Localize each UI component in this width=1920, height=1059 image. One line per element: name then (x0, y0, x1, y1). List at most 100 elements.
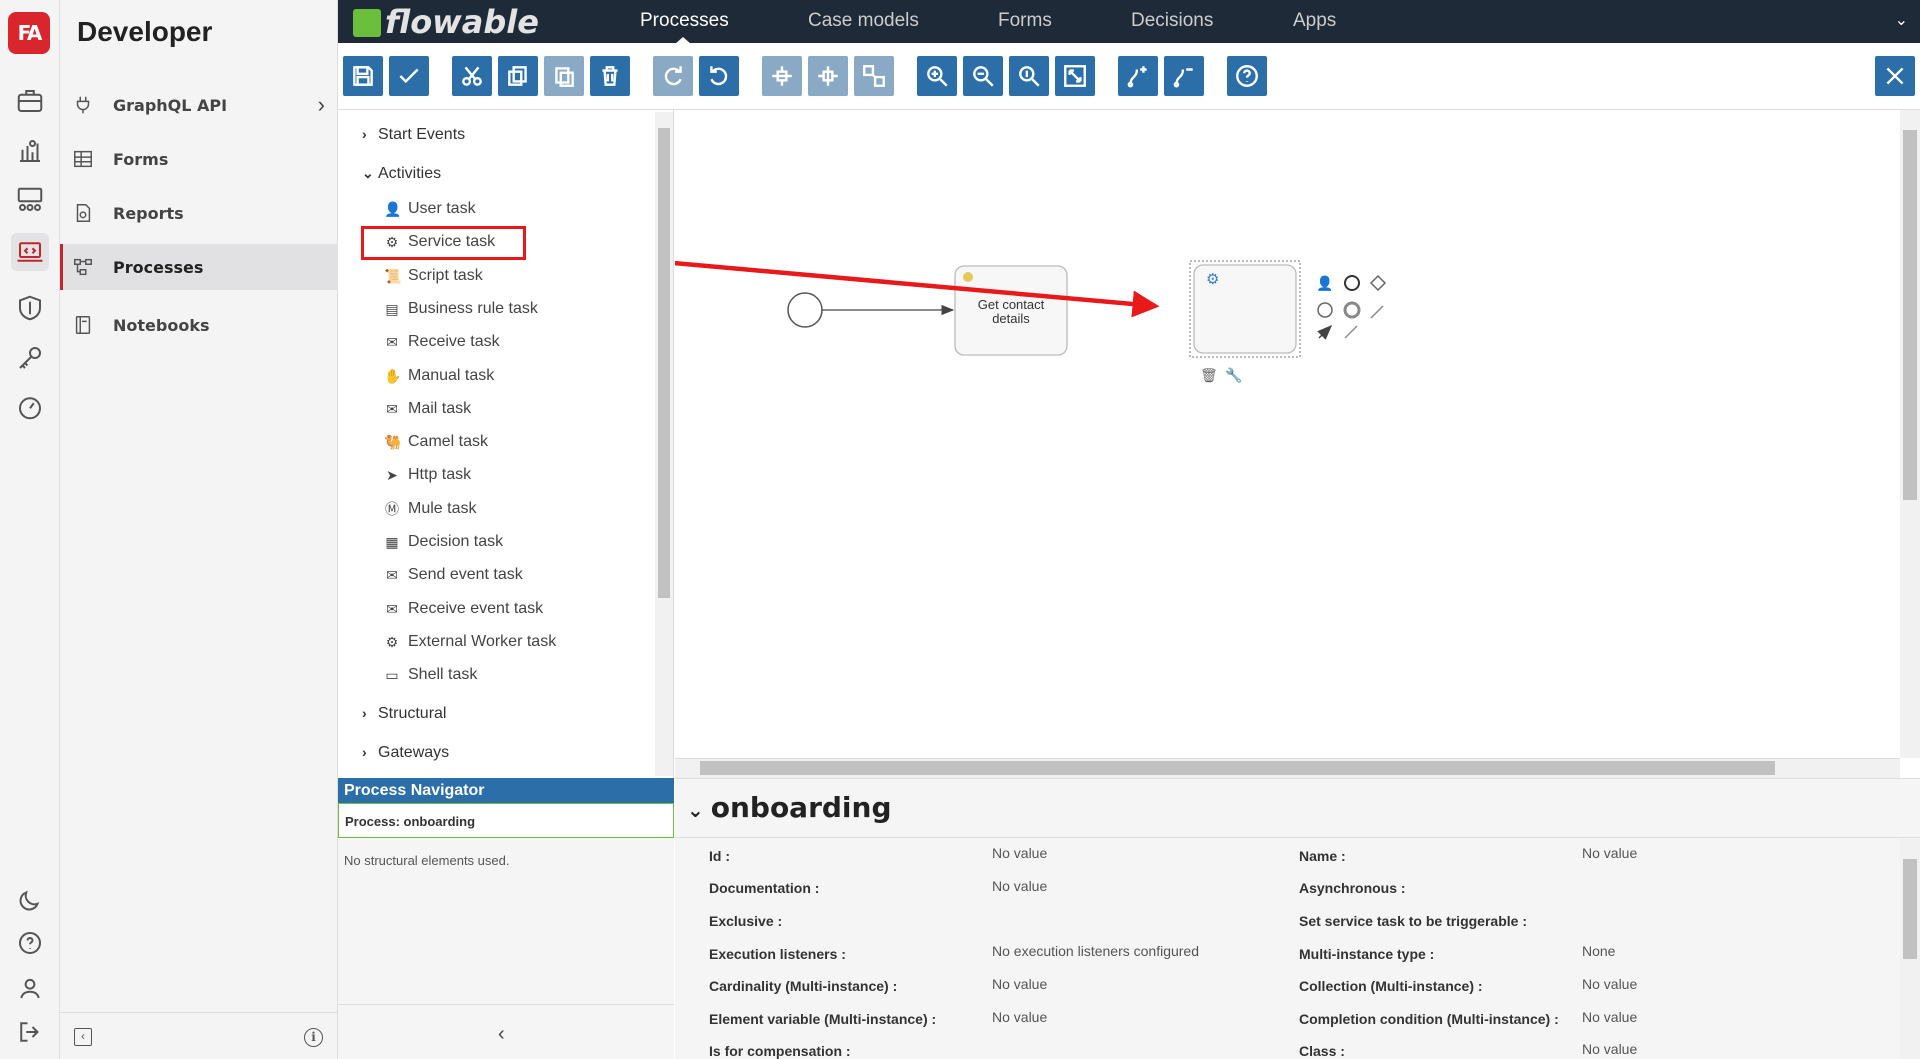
palette-scrollbar-thumb[interactable] (658, 128, 670, 598)
canvas-vertical-scrollbar-thumb[interactable] (1903, 130, 1917, 500)
chevron-down-icon[interactable]: ⌄ (1895, 10, 1908, 30)
prop-value[interactable]: No execution listeners configured (992, 943, 1199, 959)
close-editor-icon[interactable] (1875, 56, 1915, 96)
report-icon (76, 204, 91, 222)
zoom-fit-icon[interactable] (1055, 56, 1095, 96)
diagram-svg: Get contact details ⚙ 🗑 🔧 👤 (675, 260, 1387, 384)
align-horizontal-icon[interactable] (808, 56, 848, 96)
prop-value[interactable]: None (1582, 943, 1615, 959)
key-icon[interactable] (11, 339, 49, 377)
validate-icon[interactable] (389, 56, 429, 96)
palette-item-user-task[interactable]: 👤 User task (384, 200, 476, 218)
tab-forms[interactable]: Forms (998, 10, 1052, 32)
palette-item-decision-task[interactable]: ▦ Decision task (384, 533, 503, 551)
tab-processes[interactable]: Processes (640, 10, 729, 32)
process-navigator-process[interactable]: Process: onboarding (338, 803, 674, 838)
delete-icon[interactable] (590, 56, 630, 96)
team-icon[interactable] (11, 181, 49, 219)
sidebar-item-reports[interactable]: Reports (60, 190, 338, 236)
palette-item-shell-task[interactable]: ▭ Shell task (384, 666, 477, 684)
prop-label: Asynchronous : (1299, 880, 1406, 896)
palette-item-mule-task[interactable]: Ⓜ Mule task (384, 500, 476, 518)
add-sequence-flow-icon[interactable] (1317, 324, 1333, 340)
palette-item-receive-task[interactable]: ✉ Receive task (384, 333, 499, 351)
palette-item-manual-task[interactable]: ✋ Manual task (384, 367, 494, 385)
prop-value[interactable]: No value (1582, 845, 1637, 861)
properties-title[interactable]: ⌄ onboarding (687, 791, 892, 824)
gauge-icon[interactable] (11, 388, 49, 426)
add-bendpoint-icon[interactable] (1118, 56, 1158, 96)
undo-icon[interactable] (699, 56, 739, 96)
palette-item-send-event-task[interactable]: ✉ Send event task (384, 566, 523, 584)
help-icon[interactable] (11, 924, 49, 962)
save-icon[interactable] (343, 56, 383, 96)
add-timer-icon[interactable] (1317, 302, 1333, 318)
shield-icon[interactable] (11, 289, 49, 327)
info-icon[interactable]: i (304, 1028, 323, 1047)
help-icon[interactable] (1227, 56, 1267, 96)
moon-icon[interactable] (11, 881, 49, 919)
process-icon (74, 258, 92, 276)
palette-item-receive-event-task[interactable]: ✉ Receive event task (384, 600, 543, 618)
palette-group-start-events[interactable]: › Start Events (362, 126, 465, 144)
user-icon: 👤 (384, 201, 402, 217)
sidebar-item-forms[interactable]: Forms (60, 136, 338, 182)
logout-icon[interactable] (11, 1013, 49, 1051)
palette-group-activities[interactable]: ⌄ Activities (362, 165, 441, 183)
cut-icon[interactable] (452, 56, 492, 96)
prop-value[interactable]: No value (1582, 1009, 1637, 1025)
tab-decisions[interactable]: Decisions (1131, 10, 1213, 32)
collapse-panel-icon[interactable]: ‹ (498, 1023, 505, 1046)
add-user-task-icon[interactable]: 👤 (1316, 275, 1333, 292)
collapse-sidebar-icon[interactable]: ‹ (74, 1028, 92, 1046)
canvas-horizontal-scrollbar-thumb[interactable] (700, 761, 1775, 775)
prop-label: Id : (709, 848, 730, 864)
prop-value[interactable]: No value (992, 845, 1047, 861)
copy-icon[interactable] (498, 56, 538, 96)
add-association-icon[interactable] (1370, 305, 1384, 319)
wrench-icon[interactable]: 🔧 (1225, 366, 1242, 384)
add-line-icon[interactable] (1344, 325, 1358, 339)
diagram-canvas[interactable]: Get contact details ⚙ 🗑 🔧 👤 (675, 110, 1900, 758)
sidebar-item-processes[interactable]: Processes (60, 244, 338, 290)
start-event[interactable] (787, 292, 823, 328)
add-intermediate-event-icon[interactable] (1343, 301, 1361, 319)
prop-value[interactable]: No value (992, 976, 1047, 992)
delete-icon[interactable]: 🗑 (1200, 368, 1218, 384)
chevron-right-icon[interactable]: › (318, 92, 325, 118)
prop-value[interactable]: No value (992, 878, 1047, 894)
prop-value[interactable]: No value (1582, 1041, 1637, 1057)
palette-item-external-worker-task[interactable]: ⚙ External Worker task (384, 633, 556, 651)
app-logo[interactable]: FA (8, 12, 50, 54)
palette-group-gateways[interactable]: › Gateways (362, 744, 449, 762)
dashboard-icon[interactable] (11, 132, 49, 170)
remove-bendpoint-icon[interactable] (1164, 56, 1204, 96)
add-gateway-icon[interactable] (1369, 274, 1387, 292)
palette-item-business-rule-task[interactable]: ▤ Business rule task (384, 300, 537, 318)
user-icon[interactable] (11, 969, 49, 1007)
palette-group-structural[interactable]: › Structural (362, 705, 446, 723)
same-size-icon[interactable] (854, 56, 894, 96)
prop-label: Documentation : (709, 880, 820, 896)
tab-case-models[interactable]: Case models (808, 10, 919, 32)
redo-icon[interactable] (653, 56, 693, 96)
camel-icon: 🐫 (384, 434, 402, 450)
briefcase-icon[interactable] (11, 82, 49, 120)
align-vertical-icon[interactable] (762, 56, 802, 96)
tab-apps[interactable]: Apps (1293, 10, 1336, 32)
prop-value[interactable]: No value (992, 1009, 1047, 1025)
zoom-out-icon[interactable] (963, 56, 1003, 96)
properties-scrollbar-thumb[interactable] (1903, 859, 1917, 959)
paste-icon[interactable] (544, 56, 584, 96)
palette-item-camel-task[interactable]: 🐫 Camel task (384, 433, 488, 451)
add-end-event-icon[interactable] (1344, 275, 1360, 291)
palette-item-script-task[interactable]: 📜 Script task (384, 267, 483, 285)
developer-icon[interactable] (11, 233, 49, 271)
zoom-actual-icon[interactable] (1009, 56, 1049, 96)
sidebar-item-graphql[interactable]: GraphQL API (60, 82, 338, 128)
prop-value[interactable]: No value (1582, 976, 1637, 992)
palette-item-http-task[interactable]: ➤ Http task (384, 466, 471, 484)
zoom-in-icon[interactable] (917, 56, 957, 96)
palette-item-mail-task[interactable]: ✉ Mail task (384, 400, 471, 418)
sidebar-item-notebooks[interactable]: Notebooks (60, 302, 338, 348)
